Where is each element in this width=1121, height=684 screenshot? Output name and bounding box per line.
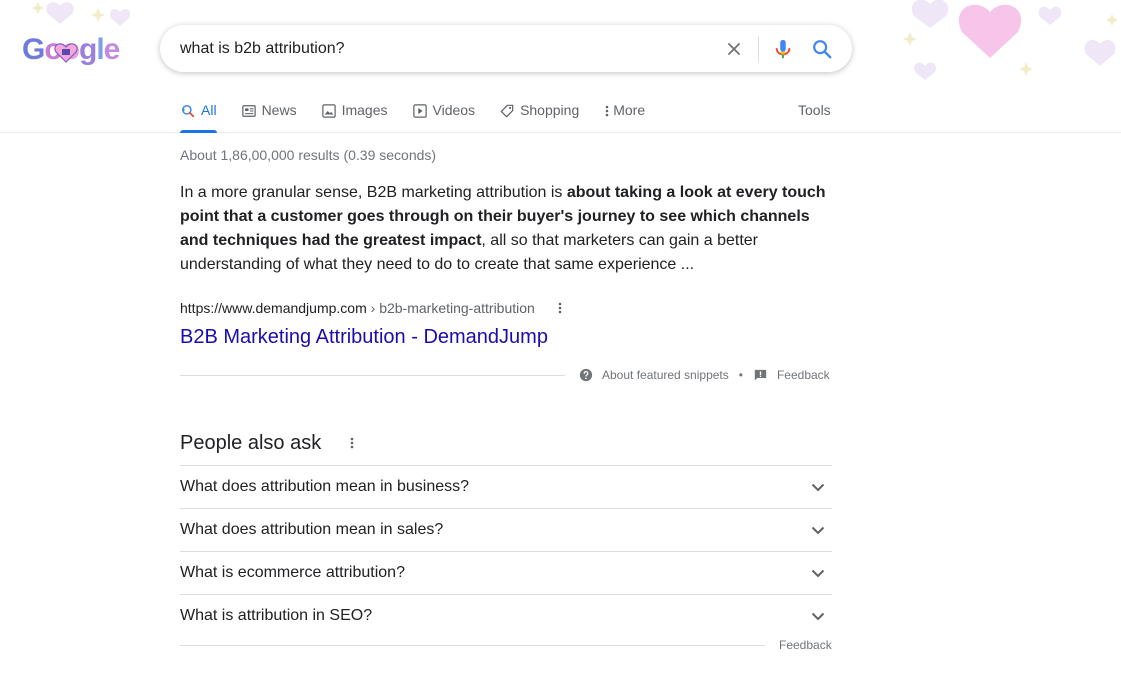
- tab-images[interactable]: Images: [321, 98, 388, 133]
- heart-doodle-icon: [54, 43, 78, 63]
- separator: •: [738, 368, 743, 382]
- close-icon[interactable]: [722, 37, 746, 61]
- featured-snippet-footer: About featured snippets • Feedback: [578, 366, 830, 384]
- cite-path: › b2b-marketing-attribution: [366, 300, 535, 316]
- heart-shape: [1084, 39, 1116, 66]
- microphone-icon[interactable]: [771, 37, 795, 61]
- paa-question[interactable]: What does attribution mean in business?: [180, 465, 832, 508]
- tab-label: Images: [341, 102, 388, 118]
- chevron-down-icon: [806, 604, 830, 628]
- sparkle-shape: [903, 32, 917, 46]
- heart-shape: [1038, 6, 1062, 25]
- heart-shape: [109, 9, 131, 26]
- tab-label: News: [261, 102, 297, 118]
- chevron-down-icon: [806, 518, 830, 542]
- paa-question-text: What is ecommerce attribution?: [180, 564, 405, 581]
- result-title-link[interactable]: B2B Marketing Attribution - DemandJump: [180, 324, 548, 350]
- divider: [180, 375, 565, 376]
- result-cite[interactable]: https://www.demandjump.com › b2b-marketi…: [180, 299, 535, 317]
- google-doodle-logo[interactable]: Google: [22, 30, 122, 70]
- search-icon[interactable]: [810, 37, 834, 61]
- featured-snippet-text: In a more granular sense, B2B marketing …: [180, 181, 832, 277]
- paa-question-text: What does attribution mean in sales?: [180, 521, 444, 538]
- chevron-down-icon: [806, 561, 830, 585]
- search-icon: [180, 103, 196, 119]
- search-tabs: All News Images Videos Shopping More: [180, 98, 669, 133]
- cite-domain: https://www.demandjump.com: [180, 300, 367, 316]
- snippet-text-pre: In a more granular sense, B2B marketing …: [180, 184, 567, 201]
- feedback-link[interactable]: Feedback: [777, 366, 830, 384]
- header: Google All: [0, 0, 1121, 133]
- people-also-ask-list: What does attribution mean in business? …: [180, 465, 832, 637]
- paa-feedback-link[interactable]: Feedback: [779, 636, 832, 654]
- tag-icon: [499, 103, 515, 119]
- paa-question-text: What is attribution in SEO?: [180, 607, 373, 624]
- help-icon: [578, 367, 594, 383]
- heart-shape: [914, 62, 936, 80]
- people-also-ask-title: People also ask: [180, 432, 322, 454]
- play-icon: [412, 103, 428, 119]
- feedback-icon: [753, 367, 769, 383]
- heart-shape: [958, 4, 1022, 59]
- paa-question[interactable]: What is ecommerce attribution?: [180, 551, 832, 594]
- heart-shape: [912, 0, 948, 28]
- tab-label: More: [613, 102, 646, 118]
- sparkle-shape: [1106, 14, 1118, 26]
- tab-label: All: [201, 102, 217, 118]
- paa-question-text: What does attribution mean in business?: [180, 478, 470, 495]
- divider: [180, 645, 765, 646]
- kebab-icon[interactable]: [344, 433, 360, 453]
- image-icon: [321, 103, 337, 119]
- search-input[interactable]: [180, 25, 700, 72]
- sparkle-shape: [1019, 62, 1033, 76]
- kebab-icon: [603, 103, 611, 119]
- sparkle-shape: [91, 8, 105, 22]
- tab-more[interactable]: More: [603, 98, 645, 133]
- newspaper-icon: [241, 103, 257, 119]
- tab-shopping[interactable]: Shopping: [499, 98, 579, 133]
- tab-videos[interactable]: Videos: [412, 98, 476, 133]
- sparkle-shape: [32, 2, 44, 14]
- result-stats: About 1,86,00,000 results (0.39 seconds): [180, 147, 437, 163]
- search-box: [160, 25, 852, 72]
- about-featured-snippets-link[interactable]: About featured snippets: [602, 366, 729, 384]
- chevron-down-icon: [806, 475, 830, 499]
- search-divider: [758, 36, 759, 62]
- paa-question[interactable]: What is attribution in SEO?: [180, 594, 832, 637]
- tab-label: Shopping: [520, 102, 580, 118]
- tools-button[interactable]: Tools: [798, 98, 831, 122]
- tab-all[interactable]: All: [180, 98, 217, 133]
- tab-news[interactable]: News: [241, 98, 297, 133]
- tab-label: Videos: [432, 102, 476, 118]
- paa-question[interactable]: What does attribution mean in sales?: [180, 508, 832, 551]
- kebab-icon[interactable]: [552, 299, 568, 317]
- heart-shape: [46, 2, 74, 24]
